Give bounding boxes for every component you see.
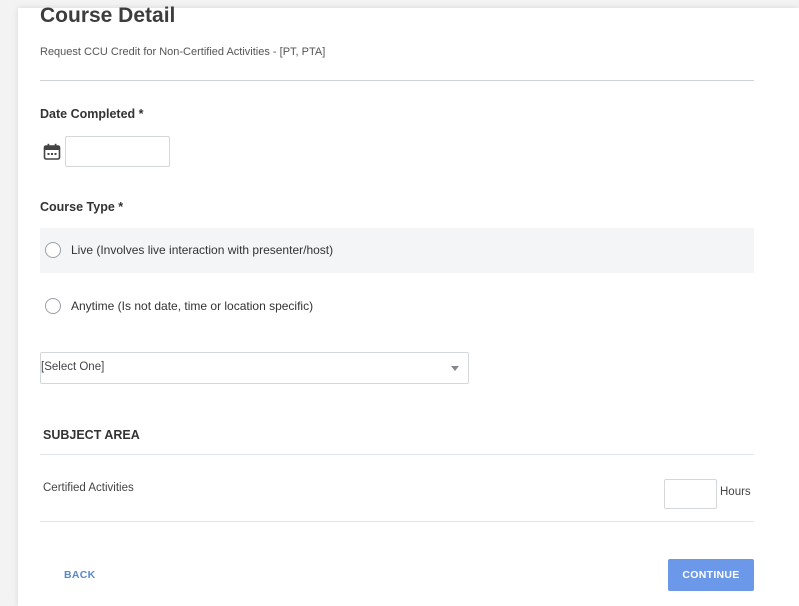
radio-anytime-label: Anytime (Is not date, time or location s… (71, 299, 314, 313)
course-type-label: Course Type * (40, 200, 124, 214)
calendar-icon[interactable] (43, 143, 61, 161)
date-completed-input[interactable] (65, 136, 170, 167)
course-type-option-live[interactable]: Live (Involves live interaction with pre… (40, 228, 754, 273)
select-value: [Select One] (41, 361, 105, 373)
page-title: Course Detail (40, 4, 176, 27)
back-button[interactable]: BACK (64, 569, 96, 581)
course-type-option-anytime[interactable]: Anytime (Is not date, time or location s… (40, 284, 754, 329)
certified-activities-label: Certified Activities (43, 482, 134, 494)
course-select-dropdown[interactable]: [Select One] (40, 352, 469, 384)
page-subtitle: Request CCU Credit for Non-Certified Act… (40, 46, 326, 58)
subject-area-divider-bottom (40, 521, 754, 522)
subject-area-title: SUBJECT AREA (43, 428, 140, 442)
radio-anytime[interactable] (45, 298, 61, 314)
continue-button[interactable]: CONTINUE (668, 559, 754, 591)
radio-live[interactable] (45, 242, 61, 258)
hours-unit-label: Hours (720, 486, 751, 498)
chevron-down-icon (451, 366, 459, 371)
subject-area-divider-top (40, 454, 754, 455)
certified-activities-hours-input[interactable] (664, 479, 717, 509)
header-divider (40, 80, 754, 81)
course-detail-card: Course Detail Request CCU Credit for Non… (18, 4, 799, 606)
radio-live-label: Live (Involves live interaction with pre… (71, 243, 334, 257)
date-completed-label: Date Completed * (40, 107, 144, 121)
